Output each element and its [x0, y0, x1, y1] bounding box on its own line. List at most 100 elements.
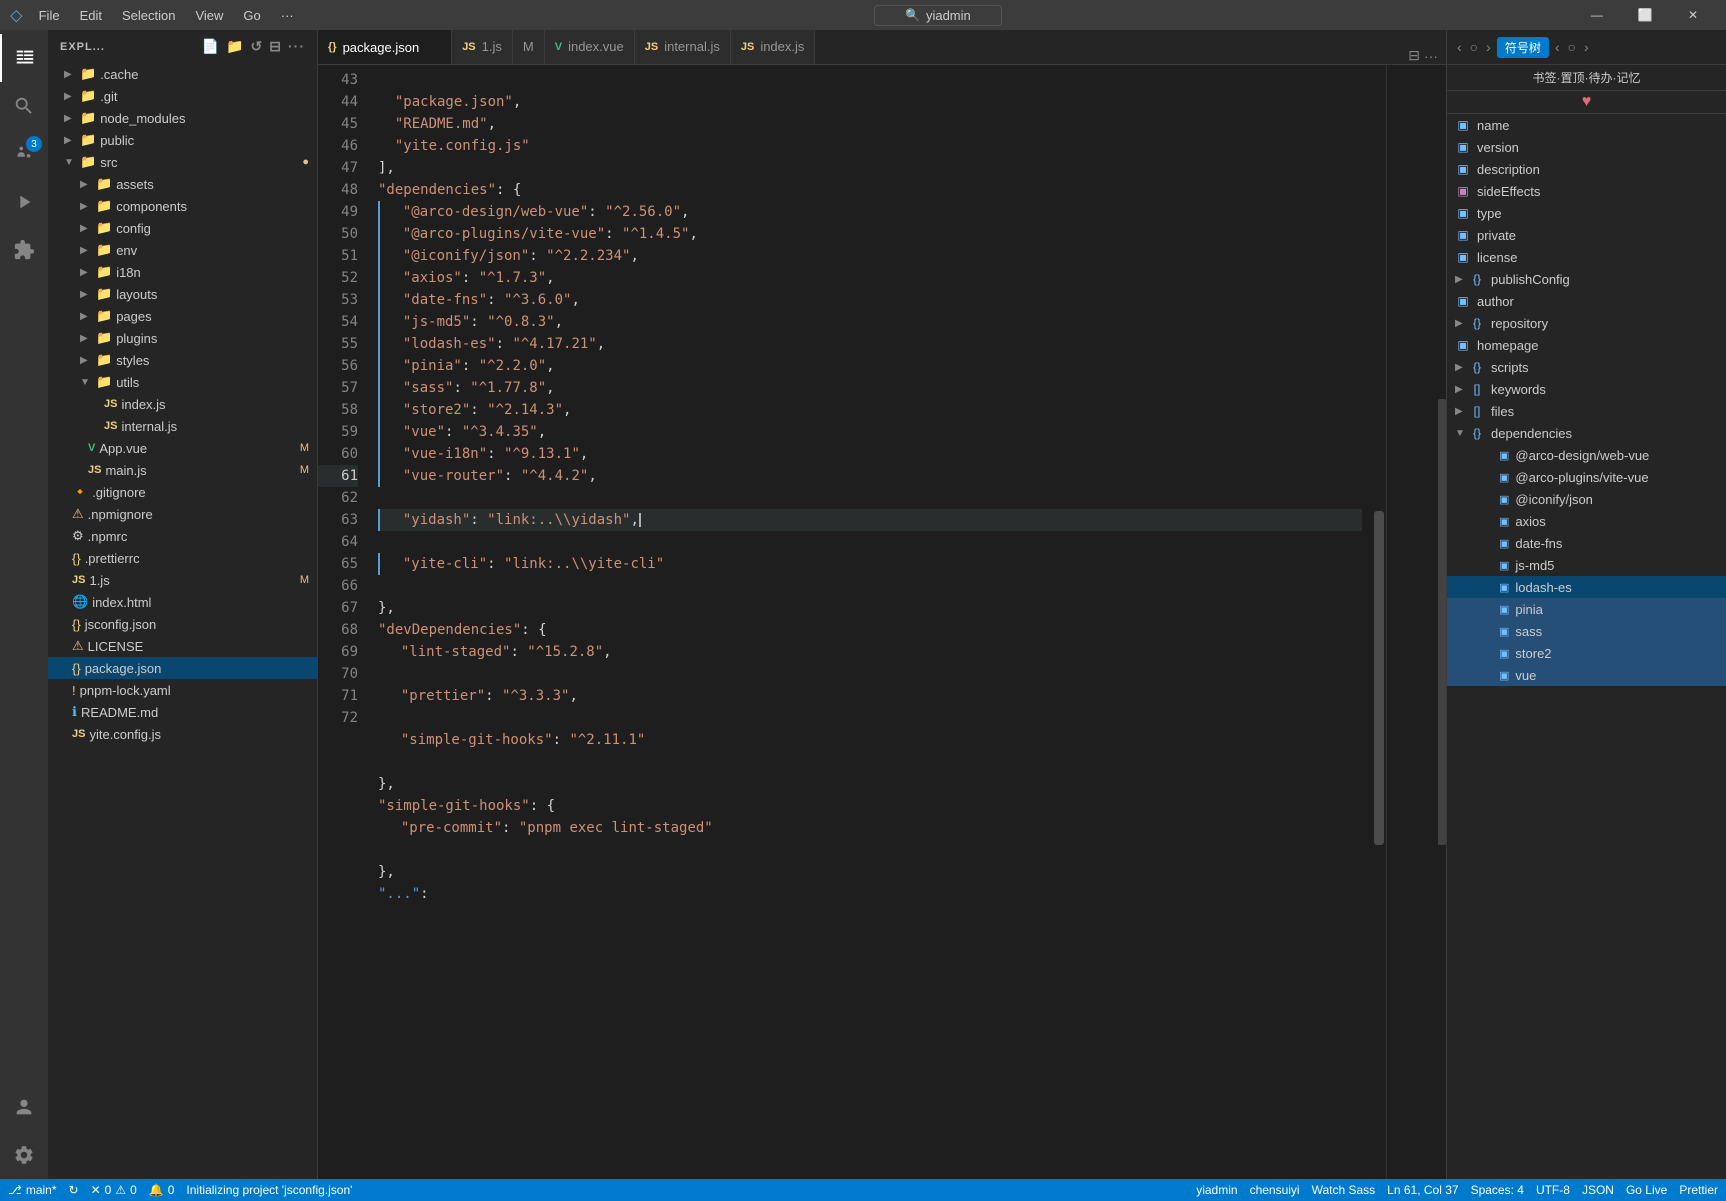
status-prettier[interactable]: Prettier [1679, 1183, 1718, 1197]
menu-more[interactable]: ··· [273, 6, 302, 25]
more-tabs-icon[interactable]: ··· [1424, 48, 1438, 64]
tree-app-vue[interactable]: VApp.vueM [48, 437, 317, 459]
status-git-changes[interactable]: 🔔 0 [149, 1183, 175, 1197]
symbol-publish-config[interactable]: ▶ {} publishConfig [1447, 268, 1726, 290]
status-branch[interactable]: ⎇ main* [8, 1183, 57, 1197]
symbol-private[interactable]: ▣ private [1447, 224, 1726, 246]
dep-vue[interactable]: ▣ vue [1447, 664, 1726, 686]
tree-package-json[interactable]: {}package.json [48, 657, 317, 679]
new-folder-icon[interactable]: 📁 [226, 38, 244, 55]
tree-utils-internal[interactable]: JSinternal.js [48, 415, 317, 437]
menu-file[interactable]: File [31, 6, 68, 25]
tree-readme[interactable]: ℹREADME.md [48, 701, 317, 723]
symbol-name[interactable]: ▣ name [1447, 114, 1726, 136]
outline-circle2[interactable]: ○ [1566, 37, 1578, 57]
symbol-scripts[interactable]: ▶ {} scripts [1447, 356, 1726, 378]
status-yiadmin[interactable]: yiadmin [1196, 1183, 1237, 1197]
tab-m[interactable]: M [513, 30, 545, 64]
menu-go[interactable]: Go [235, 6, 268, 25]
status-spaces[interactable]: Spaces: 4 [1471, 1183, 1524, 1197]
tree-pages[interactable]: ▶📁pages [48, 305, 317, 327]
symbol-repository[interactable]: ▶ {} repository [1447, 312, 1726, 334]
outline-prev2[interactable]: ‹ [1553, 37, 1562, 57]
minimap-scroll[interactable] [1438, 399, 1446, 845]
status-format[interactable]: JSON [1582, 1183, 1614, 1197]
status-watch-sass[interactable]: Watch Sass [1312, 1183, 1376, 1197]
tree-jsconfig[interactable]: {}jsconfig.json [48, 613, 317, 635]
tree-yite-config[interactable]: JSyite.config.js [48, 723, 317, 745]
tab-1js[interactable]: JS 1.js [452, 30, 513, 64]
split-editor-icon[interactable]: ⊟ [1408, 47, 1420, 64]
dep-js-md5[interactable]: ▣ js-md5 [1447, 554, 1726, 576]
menu-selection[interactable]: Selection [114, 6, 183, 25]
activity-settings[interactable] [0, 1131, 48, 1179]
outline-prev[interactable]: ‹ [1455, 37, 1464, 57]
tab-package-json[interactable]: {} package.json ✕ [318, 30, 452, 64]
status-errors[interactable]: ✕ 0 ⚠ 0 [91, 1183, 137, 1197]
tree-main-js[interactable]: JSmain.jsM [48, 459, 317, 481]
dep-store2[interactable]: ▣ store2 [1447, 642, 1726, 664]
tree-env[interactable]: ▶📁env [48, 239, 317, 261]
tree-assets[interactable]: ▶📁assets [48, 173, 317, 195]
code-lines[interactable]: "package.json", "README.md", "yite.confi… [368, 65, 1372, 1179]
symbol-version[interactable]: ▣ version [1447, 136, 1726, 158]
dep-pinia[interactable]: ▣ pinia [1447, 598, 1726, 620]
tree-src[interactable]: ▼📁src● [48, 151, 317, 173]
symbol-homepage[interactable]: ▣ homepage [1447, 334, 1726, 356]
outline-symbol-tree-btn[interactable]: 符号树 [1497, 37, 1549, 58]
editor-scrollbar-thumb[interactable] [1374, 511, 1384, 845]
tree-utils-index[interactable]: JSindex.js [48, 393, 317, 415]
tree-utils[interactable]: ▼📁utils [48, 371, 317, 393]
activity-account[interactable] [0, 1083, 48, 1131]
dep-iconify[interactable]: ▣ @iconify/json [1447, 488, 1726, 510]
status-cursor-pos[interactable]: Ln 61, Col 37 [1387, 1183, 1458, 1197]
tree-cache[interactable]: ▶📁.cache [48, 63, 317, 85]
tree-npmignore[interactable]: ⚠.npmignore [48, 503, 317, 525]
dep-date-fns[interactable]: ▣ date-fns [1447, 532, 1726, 554]
status-task[interactable]: Initializing project 'jsconfig.json' [186, 1183, 352, 1197]
dep-axios[interactable]: ▣ axios [1447, 510, 1726, 532]
symbol-keywords[interactable]: ▶ [] keywords [1447, 378, 1726, 400]
symbol-license[interactable]: ▣ license [1447, 246, 1726, 268]
more-icon[interactable]: ··· [288, 38, 305, 55]
tree-config[interactable]: ▶📁config [48, 217, 317, 239]
refresh-icon[interactable]: ↺ [251, 38, 264, 55]
search-box[interactable]: 🔍 yiadmin [874, 5, 1002, 26]
tab-index-js[interactable]: JS index.js [731, 30, 816, 64]
dep-sass[interactable]: ▣ sass [1447, 620, 1726, 642]
menu-view[interactable]: View [187, 6, 231, 25]
outline-circle[interactable]: ○ [1468, 37, 1480, 57]
outline-next2[interactable]: › [1582, 37, 1591, 57]
tree-gitignore[interactable]: 🔸.gitignore [48, 481, 317, 503]
minimize-button[interactable]: — [1574, 0, 1620, 30]
tree-git[interactable]: ▶📁.git [48, 85, 317, 107]
activity-extensions[interactable] [0, 226, 48, 274]
activity-explorer[interactable] [0, 34, 48, 82]
status-sync[interactable]: ↻ [69, 1183, 79, 1197]
tab-index-vue[interactable]: V index.vue [545, 30, 635, 64]
maximize-button[interactable]: ⬜ [1622, 0, 1668, 30]
tree-1js[interactable]: JS1.jsM [48, 569, 317, 591]
dep-arco-plugins[interactable]: ▣ @arco-plugins/vite-vue [1447, 466, 1726, 488]
tree-plugins[interactable]: ▶📁plugins [48, 327, 317, 349]
symbol-type[interactable]: ▣ type [1447, 202, 1726, 224]
close-button[interactable]: ✕ [1670, 0, 1716, 30]
tree-npmrc[interactable]: ⚙.npmrc [48, 525, 317, 547]
tree-pnpm-lock[interactable]: !pnpm-lock.yaml [48, 679, 317, 701]
dep-lodash-es[interactable]: ▣ lodash-es [1447, 576, 1726, 598]
tree-index-html[interactable]: 🌐index.html [48, 591, 317, 613]
activity-run[interactable] [0, 178, 48, 226]
editor-scrollbar[interactable] [1372, 65, 1386, 1179]
dep-arco-design[interactable]: ▣ @arco-design/web-vue [1447, 444, 1726, 466]
symbol-side-effects[interactable]: ▣ sideEffects [1447, 180, 1726, 202]
activity-search[interactable] [0, 82, 48, 130]
code-editor[interactable]: 43444546 47484950 51525354 55565758 5960… [318, 65, 1446, 1179]
symbol-dependencies[interactable]: ▼ {} dependencies [1447, 422, 1726, 444]
symbol-description[interactable]: ▣ description [1447, 158, 1726, 180]
tree-node-modules[interactable]: ▶📁node_modules [48, 107, 317, 129]
tree-components[interactable]: ▶📁components [48, 195, 317, 217]
collapse-icon[interactable]: ⊟ [269, 38, 282, 55]
tree-i18n[interactable]: ▶📁i18n [48, 261, 317, 283]
status-go-live[interactable]: Go Live [1626, 1183, 1667, 1197]
new-file-icon[interactable]: 📄 [202, 38, 220, 55]
